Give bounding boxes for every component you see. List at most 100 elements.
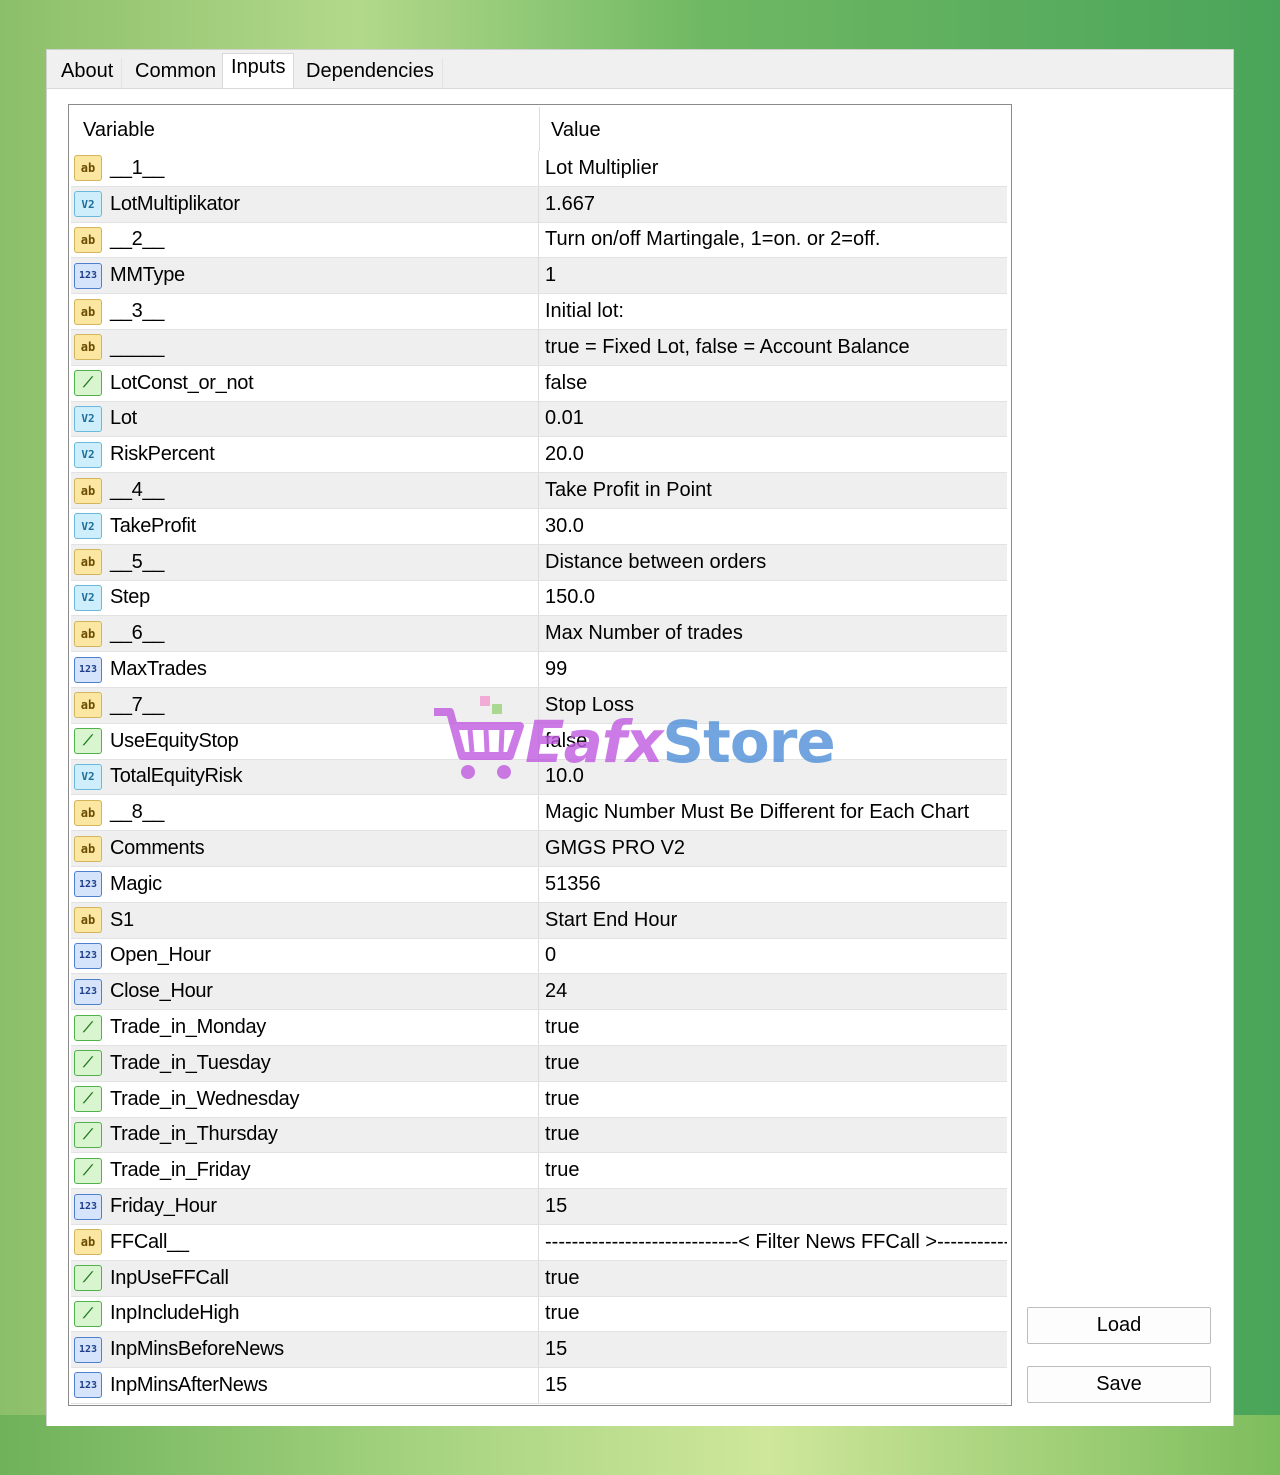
value-cell[interactable]: GMGS PRO V2 <box>539 831 1007 866</box>
value-cell[interactable]: Take Profit in Point <box>539 473 1007 508</box>
value-cell[interactable]: 150.0 <box>539 581 1007 616</box>
table-row[interactable]: V2 TotalEquityRisk 10.0 <box>71 759 1007 796</box>
value-cell[interactable]: true <box>539 1046 1007 1081</box>
variable-cell[interactable]: 123 MMType <box>71 258 539 294</box>
variable-cell[interactable]: ⟋ InpIncludeHigh <box>71 1296 539 1332</box>
table-row[interactable]: ⟋ Trade_in_Thursday true <box>71 1117 1007 1154</box>
tab-dependencies[interactable]: Dependencies <box>298 58 443 90</box>
table-row[interactable]: ⟋ LotConst_or_not false <box>71 365 1007 402</box>
variable-cell[interactable]: V2 TotalEquityRisk <box>71 759 539 795</box>
variable-cell[interactable]: ⟋ Trade_in_Tuesday <box>71 1045 539 1081</box>
value-cell[interactable]: 15 <box>539 1189 1007 1224</box>
value-cell[interactable]: 99 <box>539 652 1007 687</box>
value-cell[interactable]: Turn on/off Martingale, 1=on. or 2=off. <box>539 223 1007 258</box>
table-row[interactable]: V2 RiskPercent 20.0 <box>71 437 1007 474</box>
value-cell[interactable]: 1 <box>539 258 1007 293</box>
table-row[interactable]: ⟋ InpUseFFCall true <box>71 1260 1007 1297</box>
table-row[interactable]: ab Comments GMGS PRO V2 <box>71 831 1007 867</box>
load-button[interactable]: Load <box>1027 1307 1211 1344</box>
value-cell[interactable]: 10.0 <box>539 760 1007 795</box>
variable-cell[interactable]: V2 Lot <box>71 401 539 437</box>
variable-cell[interactable]: 123 Close_Hour <box>71 974 539 1010</box>
table-row[interactable]: ⟋ Trade_in_Wednesday true <box>71 1081 1007 1118</box>
table-row[interactable]: 123 MaxTrades 99 <box>71 652 1007 688</box>
variable-cell[interactable]: ⟋ Trade_in_Thursday <box>71 1117 539 1153</box>
table-row[interactable]: V2 Lot 0.01 <box>71 401 1007 438</box>
variable-cell[interactable]: 123 InpMinsBeforeNews <box>71 1332 539 1368</box>
value-cell[interactable]: 0.01 <box>539 402 1007 437</box>
value-cell[interactable]: false <box>539 366 1007 401</box>
variable-cell[interactable]: ab __5__ <box>71 544 539 580</box>
variable-cell[interactable]: 123 Open_Hour <box>71 938 539 974</box>
value-cell[interactable]: 0 <box>539 939 1007 974</box>
value-cell[interactable]: Initial lot: <box>539 294 1007 329</box>
table-row[interactable]: ⟋ Trade_in_Tuesday true <box>71 1045 1007 1082</box>
table-row[interactable]: 123 Open_Hour 0 <box>71 938 1007 975</box>
table-row[interactable]: 123 InpMinsAfterNews 15 <box>71 1368 1007 1404</box>
value-cell[interactable]: 15 <box>539 1368 1007 1403</box>
table-row[interactable]: V2 TakeProfit 30.0 <box>71 508 1007 545</box>
table-row[interactable]: V2 Step 150.0 <box>71 580 1007 617</box>
variable-cell[interactable]: ⟋ Trade_in_Friday <box>71 1153 539 1189</box>
table-row[interactable]: ⟋ Trade_in_Monday true <box>71 1010 1007 1046</box>
table-row[interactable]: ab S1 Start End Hour <box>71 902 1007 939</box>
tab-about[interactable]: About <box>53 58 123 90</box>
variable-cell[interactable]: ⟋ LotConst_or_not <box>71 365 539 401</box>
value-cell[interactable]: Stop Loss <box>539 688 1007 723</box>
table-row[interactable]: 123 InpMinsBeforeNews 15 <box>71 1332 1007 1369</box>
table-row[interactable]: ab __5__ Distance between orders <box>71 544 1007 581</box>
variable-cell[interactable]: V2 TakeProfit <box>71 508 539 544</box>
value-cell[interactable]: Magic Number Must Be Different for Each … <box>539 795 1007 830</box>
table-row[interactable]: V2 LotMultiplikator 1.667 <box>71 186 1007 223</box>
value-cell[interactable]: 24 <box>539 974 1007 1009</box>
variable-cell[interactable]: ab __7__ <box>71 687 539 723</box>
variable-cell[interactable]: V2 Step <box>71 580 539 616</box>
variable-cell[interactable]: ⟋ UseEquityStop <box>71 723 539 759</box>
table-row[interactable]: 123 Magic 51356 <box>71 866 1007 903</box>
variable-cell[interactable]: 123 Friday_Hour <box>71 1189 539 1224</box>
variable-cell[interactable]: 123 MaxTrades <box>71 652 539 687</box>
value-cell[interactable]: Lot Multiplier <box>539 151 1007 186</box>
variable-cell[interactable]: V2 LotMultiplikator <box>71 186 539 222</box>
variable-cell[interactable]: 123 InpMinsAfterNews <box>71 1368 539 1403</box>
value-cell[interactable]: true <box>539 1010 1007 1045</box>
header-value[interactable]: Value <box>551 119 601 142</box>
table-row[interactable]: 123 Friday_Hour 15 <box>71 1189 1007 1225</box>
variable-cell[interactable]: ⟋ InpUseFFCall <box>71 1260 539 1296</box>
table-row[interactable]: ab _____ true = Fixed Lot, false = Account… <box>71 329 1007 366</box>
table-row[interactable]: ab __1__ Lot Multiplier <box>71 151 1007 187</box>
table-row[interactable]: ab __3__ Initial lot: <box>71 294 1007 330</box>
table-row[interactable]: ab __4__ Take Profit in Point <box>71 473 1007 509</box>
table-row[interactable]: ab FFCall__ -----------------------------<… <box>71 1224 1007 1261</box>
value-cell[interactable]: true <box>539 1153 1007 1188</box>
table-row[interactable]: ⟋ UseEquityStop false <box>71 723 1007 760</box>
value-cell[interactable]: Start End Hour <box>539 903 1007 938</box>
header-variable[interactable]: Variable <box>83 119 155 142</box>
save-button[interactable]: Save <box>1027 1366 1211 1403</box>
variable-cell[interactable]: 123 Magic <box>71 866 539 902</box>
table-row[interactable]: ab __2__ Turn on/off Martingale, 1=on. or… <box>71 222 1007 259</box>
value-cell[interactable]: 30.0 <box>539 509 1007 544</box>
value-cell[interactable]: 51356 <box>539 867 1007 902</box>
value-cell[interactable]: 1.667 <box>539 187 1007 222</box>
value-cell[interactable]: true <box>539 1118 1007 1153</box>
tab-common[interactable]: Common <box>127 58 226 90</box>
value-cell[interactable]: 20.0 <box>539 437 1007 472</box>
table-row[interactable]: 123 Close_Hour 24 <box>71 974 1007 1011</box>
table-row[interactable]: ab __7__ Stop Loss <box>71 687 1007 724</box>
value-cell[interactable]: true <box>539 1082 1007 1117</box>
variable-cell[interactable]: ab __3__ <box>71 294 539 329</box>
variable-cell[interactable]: ab __1__ <box>71 151 539 186</box>
table-row[interactable]: 123 MMType 1 <box>71 258 1007 295</box>
variable-cell[interactable]: V2 RiskPercent <box>71 437 539 473</box>
tab-inputs[interactable]: Inputs <box>222 53 295 90</box>
value-cell[interactable]: Distance between orders <box>539 545 1007 580</box>
variable-cell[interactable]: ab _____ <box>71 329 539 365</box>
variable-cell[interactable]: ab __2__ <box>71 222 539 258</box>
value-cell[interactable]: 15 <box>539 1332 1007 1367</box>
variable-cell[interactable]: ab __6__ <box>71 616 539 652</box>
table-row[interactable]: ⟋ Trade_in_Friday true <box>71 1153 1007 1190</box>
value-cell[interactable]: true <box>539 1297 1007 1332</box>
value-cell[interactable]: Max Number of trades <box>539 616 1007 651</box>
variable-cell[interactable]: ab FFCall__ <box>71 1224 539 1260</box>
